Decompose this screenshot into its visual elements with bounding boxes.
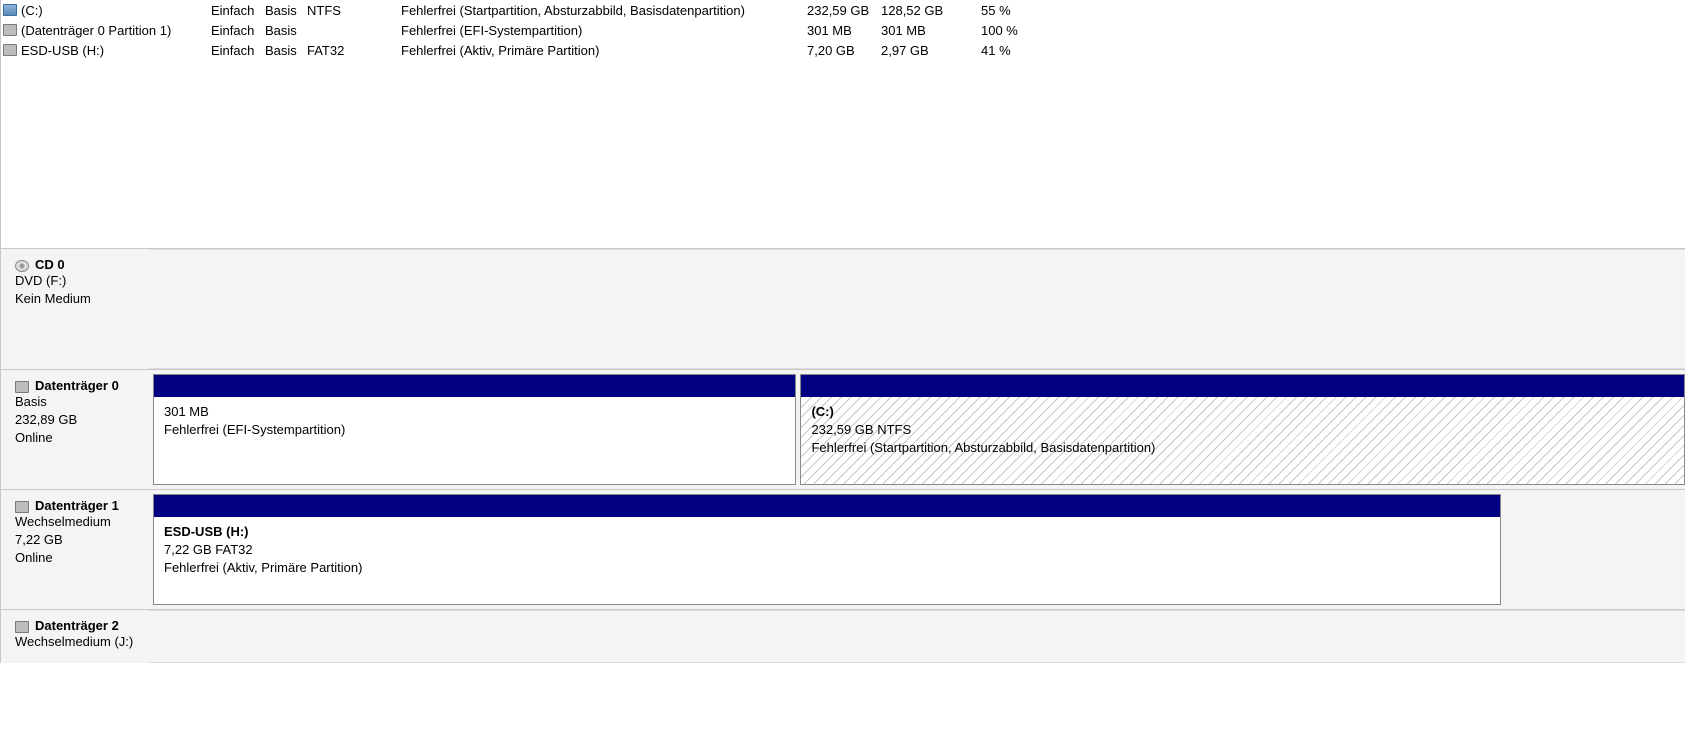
list-empty-area <box>0 60 1685 248</box>
disk-info-line: Wechselmedium (J:) <box>15 633 139 651</box>
disk-info: Datenträger 1 Wechselmedium 7,22 GB Onli… <box>1 490 149 609</box>
disk-info-line: Wechselmedium <box>15 513 139 531</box>
disk-row-disk0[interactable]: Datenträger 0 Basis 232,89 GB Online 301… <box>1 369 1685 489</box>
disk-info-line: Kein Medium <box>15 290 139 308</box>
drive-icon <box>3 4 17 16</box>
disk-info: CD 0 DVD (F:) Kein Medium <box>1 249 149 369</box>
disk-title: Datenträger 2 <box>15 618 139 633</box>
partition-icon <box>3 24 17 36</box>
volume-name: (Datenträger 0 Partition 1) <box>21 23 211 38</box>
partition-name: ESD-USB (H:) <box>164 523 1490 541</box>
partition-name: (C:) <box>811 403 1674 421</box>
partition-header-bar <box>154 495 1500 517</box>
volume-status: Fehlerfrei (Startpartition, Absturzabbil… <box>401 3 807 18</box>
volume-layout: Einfach <box>211 43 265 58</box>
disk-info-line: Online <box>15 429 139 447</box>
disk-info: Datenträger 2 Wechselmedium (J:) <box>1 610 149 663</box>
disk-graphical-pane: CD 0 DVD (F:) Kein Medium Datenträger 0 … <box>0 248 1685 663</box>
disk-title: Datenträger 0 <box>15 378 139 393</box>
volume-row[interactable]: ESD-USB (H:) Einfach Basis FAT32 Fehlerf… <box>1 40 1685 60</box>
volume-status: Fehlerfrei (Aktiv, Primäre Partition) <box>401 43 807 58</box>
volume-capacity: 301 MB <box>807 23 881 38</box>
disk-partition-area: ESD-USB (H:) 7,22 GB FAT32 Fehlerfrei (A… <box>149 490 1685 609</box>
disk-info-line: Online <box>15 549 139 567</box>
disk-row-disk1[interactable]: Datenträger 1 Wechselmedium 7,22 GB Onli… <box>1 489 1685 609</box>
disk-row-cd0[interactable]: CD 0 DVD (F:) Kein Medium <box>1 249 1685 369</box>
partition-size-fs: 301 MB <box>164 403 785 421</box>
partition-box-c[interactable]: (C:) 232,59 GB NTFS Fehlerfrei (Startpar… <box>800 374 1685 485</box>
disk-info-line: Basis <box>15 393 139 411</box>
volume-filesystem: FAT32 <box>307 43 401 58</box>
volume-free: 2,97 GB <box>881 43 981 58</box>
volume-free-pct: 55 % <box>981 3 1051 18</box>
volume-row[interactable]: (C:) Einfach Basis NTFS Fehlerfrei (Star… <box>1 0 1685 20</box>
partition-status: Fehlerfrei (EFI-Systempartition) <box>164 421 785 439</box>
volume-status: Fehlerfrei (EFI-Systempartition) <box>401 23 807 38</box>
volume-name: ESD-USB (H:) <box>21 43 211 58</box>
volume-layout: Einfach <box>211 23 265 38</box>
disk-title: Datenträger 1 <box>15 498 139 513</box>
disk-row-disk2[interactable]: Datenträger 2 Wechselmedium (J:) <box>1 609 1685 663</box>
hdd-icon <box>15 381 29 393</box>
volume-type: Basis <box>265 43 307 58</box>
partition-size-fs: 232,59 GB NTFS <box>811 421 1674 439</box>
volume-type: Basis <box>265 3 307 18</box>
disk-partition-area-empty[interactable] <box>149 610 1685 663</box>
partition-status: Fehlerfrei (Startpartition, Absturzabbil… <box>811 439 1674 457</box>
cd-icon <box>15 260 29 272</box>
volume-list: (C:) Einfach Basis NTFS Fehlerfrei (Star… <box>0 0 1685 60</box>
disk-info-line: 7,22 GB <box>15 531 139 549</box>
disk-title: CD 0 <box>15 257 139 272</box>
volume-filesystem: NTFS <box>307 3 401 18</box>
disk-info-line: DVD (F:) <box>15 272 139 290</box>
partition-header-bar <box>801 375 1684 397</box>
partition-box-efi[interactable]: 301 MB Fehlerfrei (EFI-Systempartition) <box>153 374 796 485</box>
hdd-icon <box>15 621 29 633</box>
disk-info-line: 232,89 GB <box>15 411 139 429</box>
partition-header-bar <box>154 375 795 397</box>
hdd-icon <box>15 501 29 513</box>
volume-capacity: 7,20 GB <box>807 43 881 58</box>
disk-info: Datenträger 0 Basis 232,89 GB Online <box>1 370 149 489</box>
volume-name: (C:) <box>21 3 211 18</box>
partition-body: ESD-USB (H:) 7,22 GB FAT32 Fehlerfrei (A… <box>154 517 1500 604</box>
disk-partition-area: 301 MB Fehlerfrei (EFI-Systempartition) … <box>149 370 1685 489</box>
partition-icon <box>3 44 17 56</box>
volume-free-pct: 100 % <box>981 23 1051 38</box>
partition-body: (C:) 232,59 GB NTFS Fehlerfrei (Startpar… <box>801 397 1684 484</box>
volume-free: 128,52 GB <box>881 3 981 18</box>
disk-partition-area-empty[interactable] <box>149 249 1685 369</box>
volume-free: 301 MB <box>881 23 981 38</box>
partition-box-esdusb[interactable]: ESD-USB (H:) 7,22 GB FAT32 Fehlerfrei (A… <box>153 494 1501 605</box>
volume-free-pct: 41 % <box>981 43 1051 58</box>
volume-row[interactable]: (Datenträger 0 Partition 1) Einfach Basi… <box>1 20 1685 40</box>
partition-size-fs: 7,22 GB FAT32 <box>164 541 1490 559</box>
volume-layout: Einfach <box>211 3 265 18</box>
volume-type: Basis <box>265 23 307 38</box>
partition-status: Fehlerfrei (Aktiv, Primäre Partition) <box>164 559 1490 577</box>
partition-body: 301 MB Fehlerfrei (EFI-Systempartition) <box>154 397 795 484</box>
volume-capacity: 232,59 GB <box>807 3 881 18</box>
